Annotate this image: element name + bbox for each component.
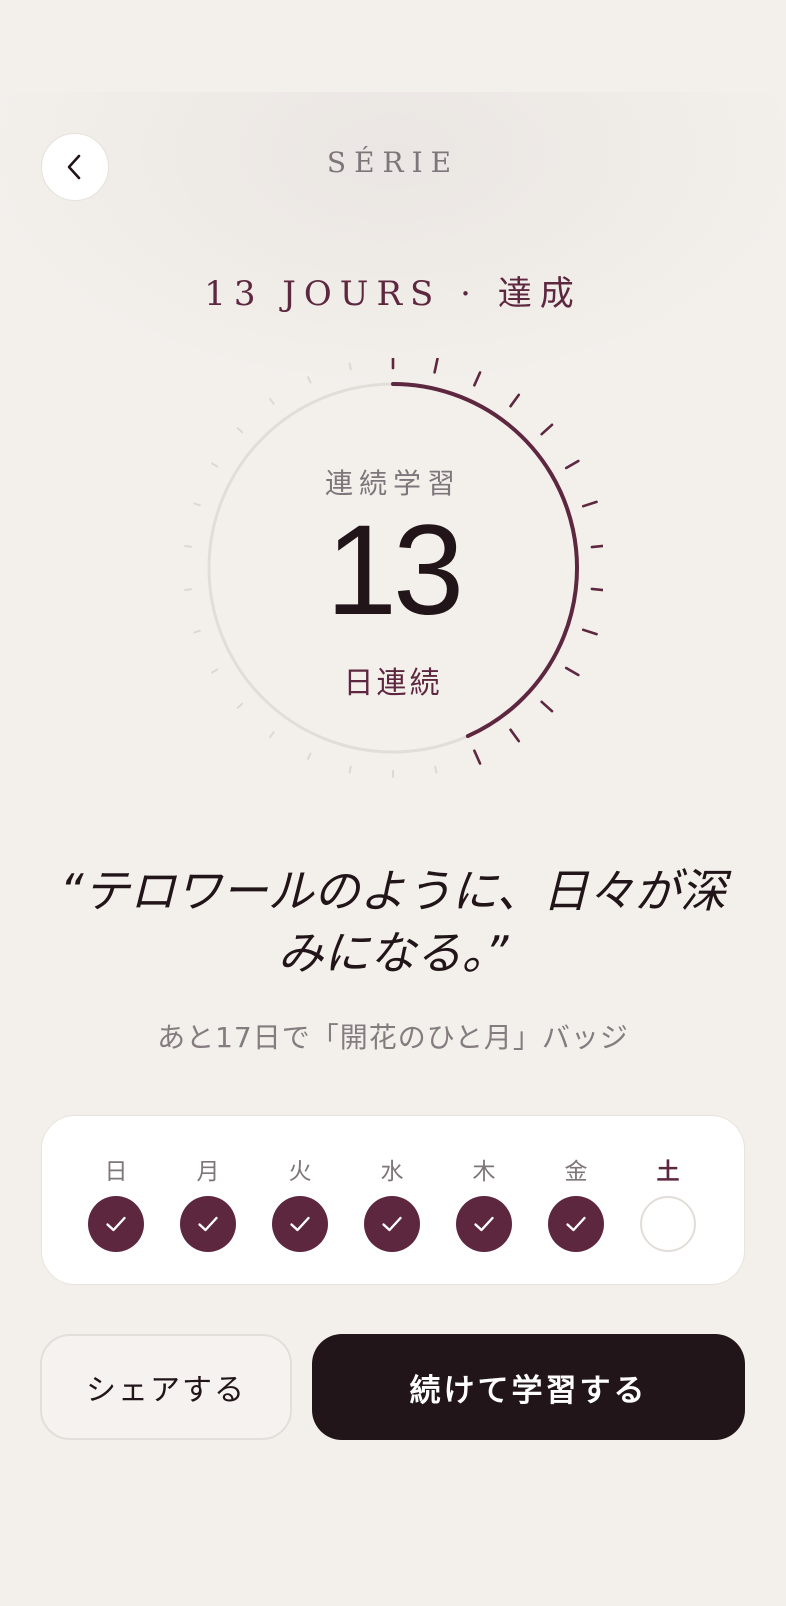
streak-ring-label: 連続学習 xyxy=(324,467,461,500)
weekday-pending-indicator xyxy=(640,1196,696,1252)
ring-tick xyxy=(236,427,244,434)
check-icon xyxy=(382,1216,402,1232)
weekday-completed-indicator xyxy=(364,1196,420,1252)
weekday-completed-indicator xyxy=(456,1196,512,1252)
weekday-item: 土 xyxy=(628,1116,708,1286)
ring-tick xyxy=(540,423,554,436)
weekday-item: 金 xyxy=(536,1116,616,1286)
check-icon xyxy=(290,1216,310,1232)
weekday-completed-indicator xyxy=(548,1196,604,1252)
ring-tick xyxy=(348,362,352,371)
ring-tick xyxy=(540,700,554,713)
ring-tick xyxy=(306,752,312,760)
weekday-item: 月 xyxy=(168,1116,248,1286)
weekday-label: 火 xyxy=(288,1159,312,1185)
streak-ring: 連続学習 13 日連続 xyxy=(183,358,603,778)
weekday-item: 木 xyxy=(444,1116,524,1286)
weekday-label: 水 xyxy=(380,1159,404,1185)
ring-tick xyxy=(269,731,275,739)
weekday-item: 水 xyxy=(352,1116,432,1286)
ring-tick xyxy=(509,393,521,408)
check-icon xyxy=(198,1216,218,1232)
weekday-item: 火 xyxy=(260,1116,340,1286)
check-icon xyxy=(474,1216,494,1232)
weekday-label: 土 xyxy=(656,1159,680,1185)
ring-tick xyxy=(193,502,201,507)
weekday-completed-indicator xyxy=(272,1196,328,1252)
share-button[interactable]: シェアする xyxy=(40,1334,292,1440)
status-bar xyxy=(0,0,786,92)
weekday-label: 日 xyxy=(104,1159,128,1185)
badge-progress-hint: あと17日で「開花のひと月」バッジ xyxy=(157,1021,629,1054)
ring-tick xyxy=(236,702,244,709)
weekday-completed-indicator xyxy=(180,1196,236,1252)
ring-tick xyxy=(306,376,312,384)
weekday-label: 木 xyxy=(472,1159,496,1185)
continue-learning-button[interactable]: 続けて学習する xyxy=(312,1334,745,1440)
weekly-progress-card: 日月火水木金土 xyxy=(41,1115,745,1285)
ring-tick xyxy=(473,371,482,387)
streak-achievement-label: 13 JOURS · 達成 xyxy=(204,274,582,314)
weekday-item: 日 xyxy=(76,1116,156,1286)
streak-count: 13 xyxy=(325,499,464,642)
ring-tick xyxy=(433,358,439,374)
weekday-completed-indicator xyxy=(88,1196,144,1252)
weekday-label: 金 xyxy=(564,1159,588,1185)
ring-tick xyxy=(509,728,521,743)
check-icon xyxy=(566,1216,586,1232)
check-icon xyxy=(106,1216,126,1232)
ring-tick xyxy=(269,397,275,405)
weekday-label: 月 xyxy=(196,1159,220,1185)
ring-tick xyxy=(434,765,438,774)
ring-tick xyxy=(473,749,482,765)
motivational-quote: “テロワールのように、日々が深みになる。” xyxy=(59,864,727,980)
page-title: SÉRIE xyxy=(326,146,460,179)
ring-tick xyxy=(348,765,352,774)
streak-unit: 日連続 xyxy=(343,666,443,701)
